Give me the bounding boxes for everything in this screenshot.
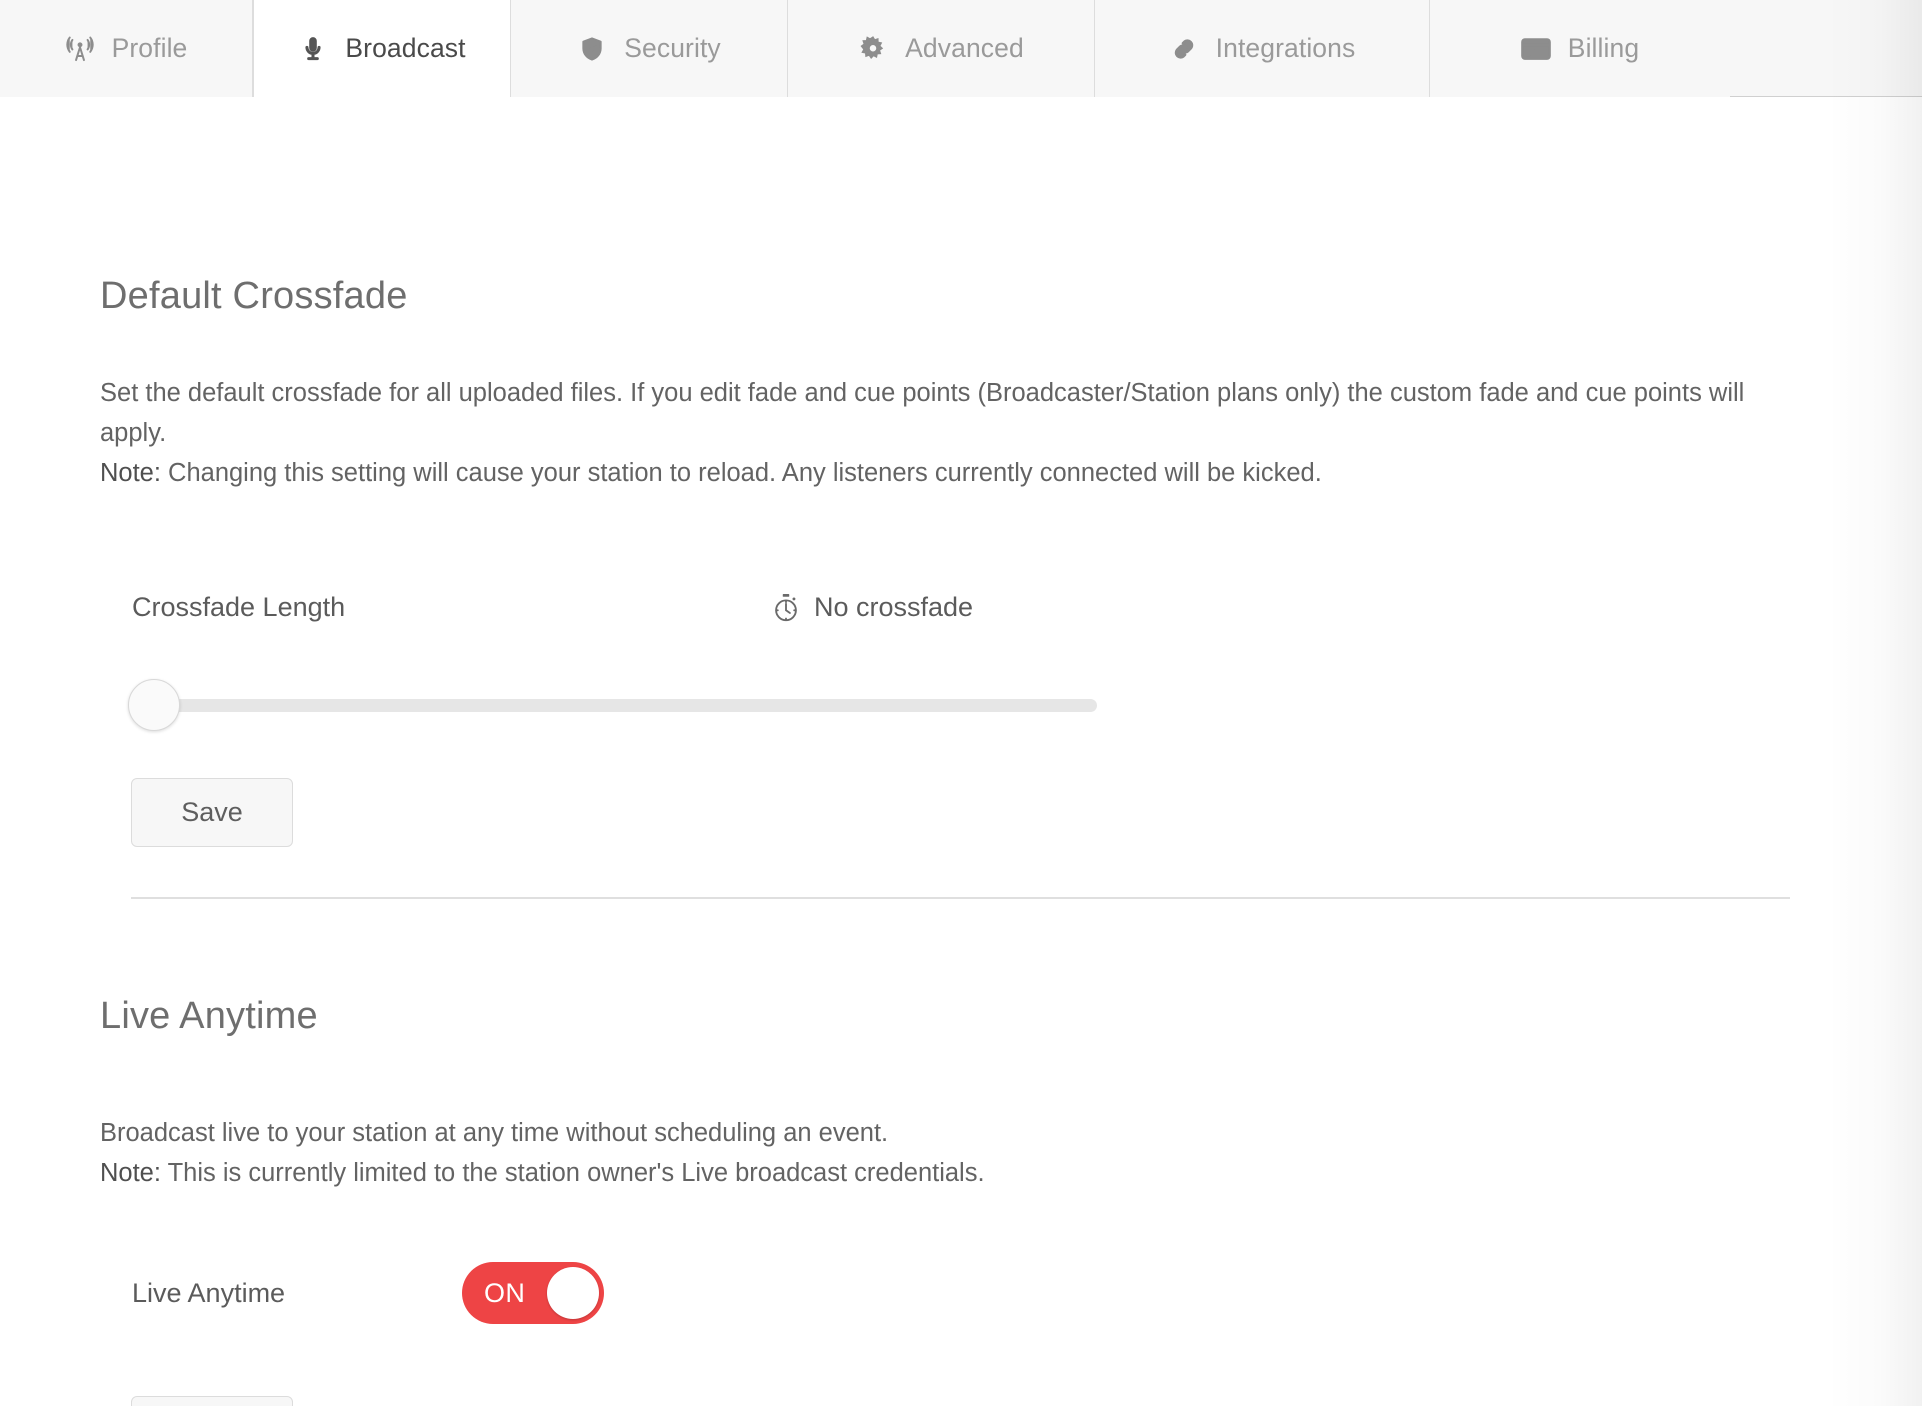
crossfade-length-slider[interactable] bbox=[128, 679, 1097, 731]
shield-check-icon bbox=[577, 34, 607, 64]
save-live-anytime-button[interactable]: Save bbox=[131, 1396, 293, 1406]
tab-security[interactable]: Security bbox=[511, 0, 788, 97]
tab-billing[interactable]: Billing bbox=[1430, 0, 1730, 97]
tab-broadcast[interactable]: Broadcast bbox=[253, 0, 511, 98]
tab-security-label: Security bbox=[624, 33, 721, 63]
live-anytime-note-text: This is currently limited to the station… bbox=[160, 1159, 985, 1188]
stopwatch-icon bbox=[772, 593, 800, 623]
live-anytime-toggle[interactable]: ON bbox=[462, 1262, 604, 1324]
tab-billing-label: Billing bbox=[1567, 33, 1640, 63]
link-icon bbox=[1169, 34, 1199, 64]
crossfade-length-field: Crossfade Length No crossfade bbox=[132, 592, 1232, 623]
settings-tabbar: Profile Broadcast Security Advanced Inte… bbox=[0, 0, 1922, 98]
page-right-edge-shadow bbox=[1826, 0, 1922, 1406]
crossfade-length-value-text: No crossfade bbox=[814, 592, 974, 622]
slider-track[interactable] bbox=[132, 699, 1097, 712]
default-crossfade-section: Default Crossfade Set the default crossf… bbox=[100, 275, 1830, 493]
microphone-icon bbox=[298, 34, 328, 64]
save-crossfade-button[interactable]: Save bbox=[131, 778, 293, 847]
live-anytime-section: Live Anytime Broadcast live to your stat… bbox=[100, 995, 1830, 1193]
live-anytime-note-label: Note: bbox=[100, 1159, 161, 1188]
live-anytime-field: Live Anytime ON bbox=[132, 1262, 604, 1324]
tab-broadcast-label: Broadcast bbox=[345, 33, 466, 63]
credit-card-icon bbox=[1520, 34, 1551, 64]
default-crossfade-description: Set the default crossfade for all upload… bbox=[100, 373, 1810, 493]
slider-handle[interactable] bbox=[128, 679, 180, 731]
crossfade-description-text: Set the default crossfade for all upload… bbox=[100, 379, 1745, 448]
crossfade-length-value: No crossfade bbox=[772, 592, 973, 623]
default-crossfade-title: Default Crossfade bbox=[100, 275, 408, 317]
live-anytime-description: Broadcast live to your station at any ti… bbox=[100, 1113, 1830, 1193]
toggle-knob bbox=[547, 1267, 599, 1319]
crossfade-note-text: Changing this setting will cause your st… bbox=[160, 459, 1322, 488]
tab-integrations-label: Integrations bbox=[1215, 33, 1356, 63]
crossfade-length-label: Crossfade Length bbox=[132, 592, 346, 622]
live-anytime-toggle-state: ON bbox=[484, 1277, 526, 1308]
live-anytime-label: Live Anytime bbox=[132, 1277, 286, 1308]
settings-page: Profile Broadcast Security Advanced Inte… bbox=[0, 0, 1922, 1406]
tab-advanced-label: Advanced bbox=[905, 33, 1024, 63]
crossfade-note-label: Note: bbox=[100, 459, 161, 488]
tab-integrations[interactable]: Integrations bbox=[1095, 0, 1430, 97]
broadcast-tower-icon bbox=[65, 34, 95, 64]
tab-profile[interactable]: Profile bbox=[0, 0, 253, 97]
live-anytime-title: Live Anytime bbox=[100, 995, 318, 1037]
gear-icon bbox=[858, 34, 888, 64]
live-anytime-description-text: Broadcast live to your station at any ti… bbox=[100, 1119, 889, 1147]
tab-profile-label: Profile bbox=[111, 33, 188, 63]
section-divider bbox=[131, 897, 1790, 899]
tab-advanced[interactable]: Advanced bbox=[788, 0, 1095, 97]
